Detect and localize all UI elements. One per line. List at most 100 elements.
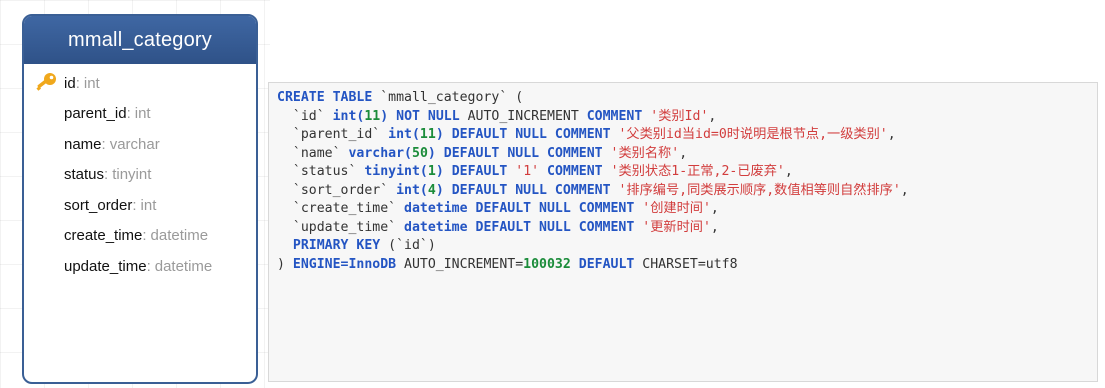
- er-field-list: id: int parent_id: int name: varchar status: ti…: [24, 64, 256, 282]
- er-field-type: datetime: [150, 227, 209, 245]
- sql-token: 4: [427, 182, 436, 198]
- sql-token: 11: [419, 127, 436, 142]
- sql-line: `status` tinyint(1) DEFAULT '1' COMMENT …: [277, 163, 909, 182]
- sql-line: `name` varchar(50) DEFAULT NULL COMMENT …: [277, 145, 909, 164]
- sql-code-block: CREATE TABLE `mmall_category` ( `id` int…: [277, 89, 909, 274]
- er-field-sort-order[interactable]: sort_order: int: [24, 190, 256, 221]
- sql-token: DEFAULT NULL COMMENT: [443, 145, 603, 161]
- sql-token: PRIMARY KEY: [292, 238, 381, 253]
- sql-token: ,: [679, 145, 688, 161]
- sql-line: ) ENGINE=InnoDB AUTO_INCREMENT=100032 DE…: [277, 256, 909, 275]
- sql-token: '排序编号,同类展示顺序,数值相等则自然排序': [618, 182, 901, 198]
- er-field-name: update_time: [64, 257, 147, 275]
- sql-token: AUTO_INCREMENT: [459, 108, 587, 124]
- sql-token: `create_time`: [277, 201, 405, 216]
- sql-token: datetime DEFAULT NULL COMMENT: [404, 219, 635, 235]
- sql-token: int(: [332, 108, 365, 124]
- er-table-card[interactable]: mmall_category id: int parent_id: int name: v…: [22, 14, 258, 384]
- er-field-update-time[interactable]: update_time: datetime: [24, 251, 256, 282]
- sql-token: `update_time`: [277, 219, 405, 235]
- sql-token: COMMENT: [586, 108, 643, 124]
- sql-token: ): [380, 108, 389, 124]
- sql-token: ): [435, 127, 444, 142]
- sql-line: `create_time` datetime DEFAULT NULL COMM…: [277, 200, 909, 219]
- sql-token: '类别名称': [610, 145, 680, 161]
- sql-token: ENGINE=InnoDB: [292, 256, 397, 272]
- er-field-name: id: [64, 74, 76, 92]
- er-field-name: status: [64, 166, 105, 184]
- sql-code-panel: CREATE TABLE `mmall_category` ( `id` int…: [268, 82, 1098, 382]
- er-field-create-time[interactable]: create_time: datetime: [24, 221, 256, 252]
- sql-token: '1': [515, 164, 540, 179]
- sql-token: ,: [708, 108, 717, 124]
- sql-token: DEFAULT NULL COMMENT: [451, 127, 611, 142]
- sql-token: ): [427, 145, 436, 161]
- sql-token: ,: [887, 127, 896, 142]
- er-field-type: varchar: [109, 135, 160, 153]
- er-field-parent-id[interactable]: parent_id: int: [24, 99, 256, 130]
- er-field-separator: :: [146, 257, 151, 275]
- er-field-type: int: [134, 105, 151, 123]
- sql-token: tinyint(: [364, 164, 428, 179]
- er-field-type: tinyint: [112, 166, 152, 184]
- sql-token: NOT NULL: [396, 108, 460, 124]
- sql-token: ): [277, 256, 293, 272]
- er-field-name: create_time: [64, 227, 143, 245]
- er-field-status[interactable]: status: tinyint: [24, 160, 256, 191]
- er-field-separator: :: [142, 227, 147, 245]
- sql-token: 100032: [523, 256, 571, 272]
- sql-token: DEFAULT NULL COMMENT: [451, 182, 611, 198]
- sql-token: datetime DEFAULT NULL COMMENT: [404, 201, 635, 216]
- sql-token: '更新时间': [642, 219, 711, 235]
- sql-token: AUTO_INCREMENT=: [396, 256, 524, 272]
- er-field-name: parent_id: [64, 105, 127, 123]
- sql-token: CREATE TABLE: [277, 90, 373, 105]
- sql-token: int(: [396, 182, 428, 198]
- sql-token: '父类别id当id=0时说明是根节点,一级类别': [618, 127, 888, 142]
- er-field-separator: :: [101, 135, 106, 153]
- er-field-type: int: [140, 196, 157, 214]
- sql-token: 11: [364, 108, 381, 124]
- sql-token: ): [435, 164, 444, 179]
- sql-token: ,: [710, 219, 719, 235]
- er-field-type: int: [83, 74, 100, 92]
- sql-token: DEFAULT: [578, 256, 635, 272]
- sql-token: int(: [388, 127, 420, 142]
- sql-token: COMMENT: [547, 164, 603, 179]
- sql-token: CHARSET=utf8: [634, 256, 738, 272]
- er-field-name: name: [64, 135, 102, 153]
- sql-token: '创建时间': [642, 201, 711, 216]
- er-table-title: mmall_category: [24, 16, 256, 64]
- sql-line: CREATE TABLE `mmall_category` (: [277, 89, 909, 108]
- primary-key-icon: [36, 73, 56, 91]
- sql-token: DEFAULT: [451, 164, 508, 179]
- er-field-separator: :: [104, 166, 109, 184]
- sql-token: 50: [412, 145, 428, 161]
- sql-token: '类别状态1-正常,2-已废弃': [610, 164, 785, 179]
- er-field-separator: :: [126, 105, 131, 123]
- sql-token: `mmall_category` (: [372, 90, 524, 105]
- sql-token: `id`: [277, 108, 333, 124]
- sql-token: ): [435, 182, 444, 198]
- sql-token: '类别Id': [650, 108, 709, 124]
- sql-token: ,: [784, 164, 793, 179]
- er-field-id[interactable]: id: int: [24, 68, 256, 99]
- sql-line: `id` int(11) NOT NULL AUTO_INCREMENT COM…: [277, 108, 909, 127]
- sql-token: `parent_id`: [277, 127, 389, 142]
- er-field-name: sort_order: [64, 196, 133, 214]
- er-field-type: datetime: [154, 257, 213, 275]
- sql-token: `sort_order`: [277, 182, 397, 198]
- sql-token: `status`: [277, 164, 365, 179]
- er-field-name[interactable]: name: varchar: [24, 129, 256, 160]
- sql-token: varchar(: [348, 145, 412, 161]
- sql-line: `parent_id` int(11) DEFAULT NULL COMMENT…: [277, 126, 909, 145]
